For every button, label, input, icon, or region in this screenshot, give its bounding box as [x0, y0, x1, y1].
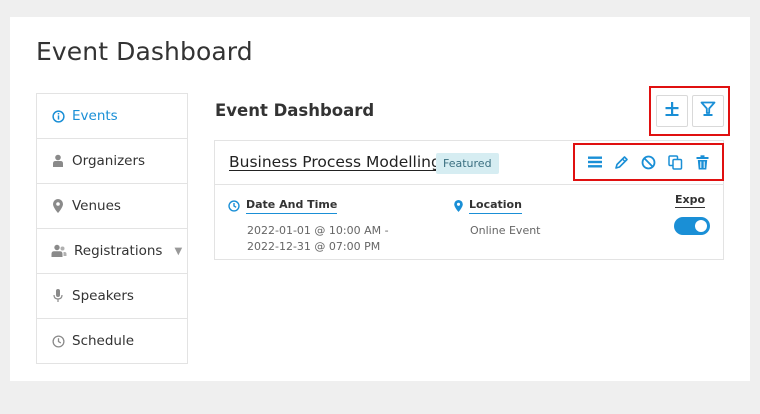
ban-icon[interactable] — [640, 153, 658, 171]
sidebar-item-label: Registrations — [74, 243, 163, 259]
trash-icon[interactable] — [694, 153, 712, 171]
date-time-label: Date And Time — [228, 198, 338, 214]
sidebar-item-label: Speakers — [72, 288, 134, 304]
sidebar-item-schedule[interactable]: Schedule — [37, 319, 187, 363]
add-event-button[interactable] — [655, 95, 688, 127]
location-label: Location — [454, 198, 522, 214]
toggle-knob — [695, 220, 707, 232]
sidebar-item-label: Organizers — [72, 153, 146, 169]
sidebar-item-events[interactable]: Events — [37, 94, 187, 139]
chevron-down-icon[interactable]: ▼ — [174, 246, 182, 257]
list-icon[interactable] — [586, 153, 604, 171]
plus-icon — [664, 101, 680, 121]
filter-icon — [700, 101, 716, 121]
microphone-icon — [51, 289, 65, 303]
top-actions-group — [649, 86, 730, 136]
sidebar-item-label: Events — [72, 108, 118, 124]
info-icon — [51, 109, 65, 123]
location-value: Online Event — [470, 224, 541, 237]
expo-toggle[interactable] — [674, 217, 710, 235]
sidebar-item-label: Venues — [72, 198, 121, 214]
user-icon — [51, 154, 65, 168]
expo-label: Expo — [675, 193, 706, 208]
sidebar: Events Organizers Venues Registrations ▼… — [36, 93, 188, 364]
event-actions-group — [573, 143, 724, 181]
sidebar-item-label: Schedule — [72, 333, 135, 349]
sidebar-item-speakers[interactable]: Speakers — [37, 274, 187, 319]
page-title: Event Dashboard — [36, 37, 253, 66]
filter-button[interactable] — [691, 95, 724, 127]
map-pin-icon — [51, 199, 65, 213]
sidebar-item-organizers[interactable]: Organizers — [37, 139, 187, 184]
map-pin-icon — [454, 200, 463, 212]
clock-icon — [51, 334, 65, 348]
featured-badge: Featured — [436, 153, 499, 174]
clock-icon — [228, 200, 240, 212]
event-title-link[interactable]: Business Process Modelling — [229, 153, 441, 171]
pencil-icon[interactable] — [613, 153, 631, 171]
sidebar-item-registrations[interactable]: Registrations ▼ — [37, 229, 187, 274]
users-icon — [51, 244, 67, 258]
section-title: Event Dashboard — [215, 101, 375, 120]
sidebar-item-venues[interactable]: Venues — [37, 184, 187, 229]
copy-icon[interactable] — [667, 153, 685, 171]
date-time-value: 2022-01-01 @ 10:00 AM - 2022-12-31 @ 07:… — [247, 224, 389, 253]
